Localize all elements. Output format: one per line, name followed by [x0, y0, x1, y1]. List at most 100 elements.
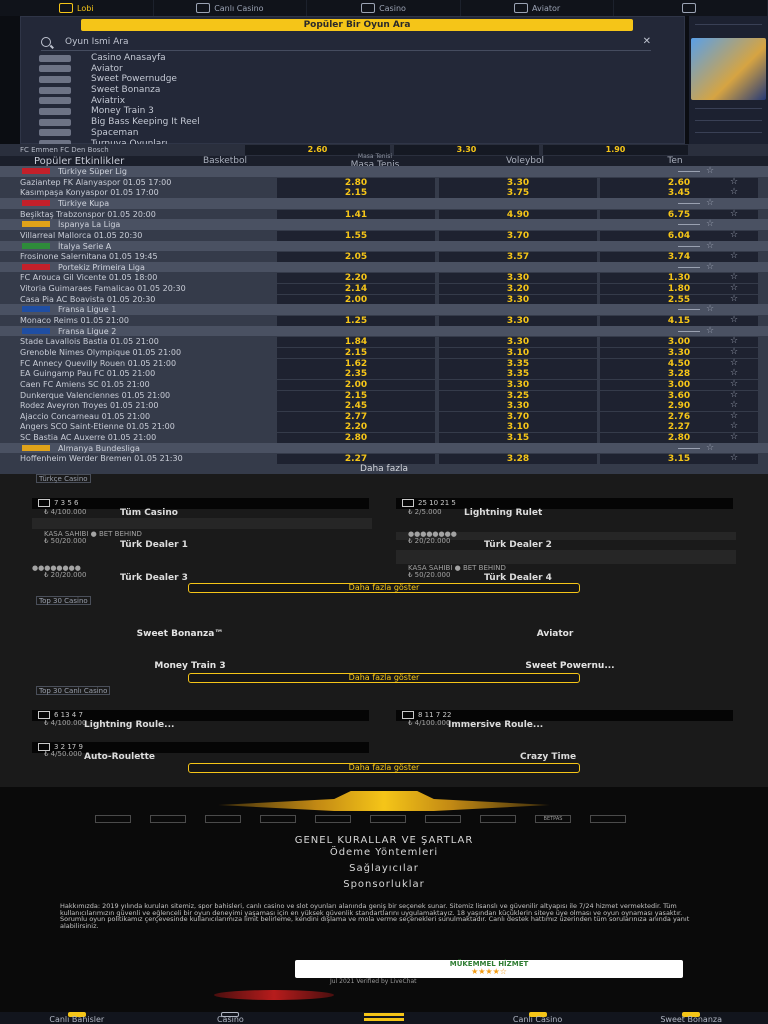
- card-title[interactable]: Tüm Casino: [120, 508, 178, 518]
- search-banner[interactable]: Popüler Bir Oyun Ara: [81, 19, 633, 31]
- favorite-icon[interactable]: ☆: [706, 241, 714, 251]
- match-row[interactable]: FC Arouca Gil Vicente 01.05 18:00 2.20 3.3…: [0, 272, 768, 284]
- card-title[interactable]: Türk Dealer 4: [484, 573, 552, 583]
- more-events-link[interactable]: Daha fazla: [0, 464, 768, 474]
- odd-button[interactable]: 3.28: [439, 454, 597, 465]
- collapse-icon[interactable]: [678, 330, 700, 332]
- match-row[interactable]: Casa Pia AC Boavista 01.05 20:30 2.00 3.30…: [0, 294, 768, 305]
- favorite-icon[interactable]: ☆: [730, 432, 738, 442]
- collapse-icon[interactable]: [678, 245, 700, 247]
- bottom-nav-item[interactable]: Sweet Bonanza: [614, 1012, 768, 1024]
- show-more-button[interactable]: Daha fazla göster: [188, 583, 580, 593]
- favorite-icon[interactable]: ☆: [730, 315, 738, 325]
- favorite-icon[interactable]: ☆: [730, 368, 738, 378]
- odd-button[interactable]: 2.15: [277, 390, 435, 401]
- favorite-icon[interactable]: ☆: [730, 272, 738, 282]
- dealer-card[interactable]: [396, 550, 736, 564]
- favorite-icon[interactable]: ☆: [730, 411, 738, 421]
- search-result-item[interactable]: Big Bass Keeping It Reel: [39, 117, 659, 127]
- favorite-icon[interactable]: ☆: [706, 198, 714, 208]
- show-more-button[interactable]: Daha fazla göster: [188, 673, 580, 683]
- footer-link-providers[interactable]: Sağlayıcılar: [0, 863, 768, 874]
- collapse-icon[interactable]: [678, 266, 700, 268]
- slot-title[interactable]: Aviator: [490, 629, 620, 639]
- search-result-item[interactable]: Spaceman: [39, 128, 659, 138]
- odd-button[interactable]: 2.15: [277, 347, 435, 358]
- favorite-icon[interactable]: ☆: [730, 453, 738, 463]
- odd-button[interactable]: 3.30: [439, 294, 597, 305]
- favorite-icon[interactable]: ☆: [706, 443, 714, 453]
- card-title[interactable]: Immersive Roule...: [448, 720, 543, 730]
- match-row[interactable]: FC Annecy Quevilly Rouen 01.05 21:00 1.62…: [0, 358, 768, 369]
- odd-button[interactable]: 3.30: [439, 337, 597, 348]
- odd-button[interactable]: 3.30: [439, 401, 597, 412]
- favorite-icon[interactable]: ☆: [730, 390, 738, 400]
- odd-button[interactable]: 1.41: [277, 209, 435, 220]
- odd-button[interactable]: 1.84: [277, 337, 435, 348]
- favorite-icon[interactable]: ☆: [730, 358, 738, 368]
- match-row[interactable]: Vitoria Guimaraes Famalicao 01.05 20:30 2…: [0, 283, 768, 295]
- favorite-icon[interactable]: ☆: [730, 400, 738, 410]
- favorite-icon[interactable]: ☆: [730, 347, 738, 357]
- card-title[interactable]: Türk Dealer 3: [120, 573, 188, 583]
- favorite-icon[interactable]: ☆: [730, 251, 738, 261]
- odd-button[interactable]: 3.20: [439, 284, 597, 295]
- favorite-icon[interactable]: ☆: [730, 294, 738, 304]
- match-row[interactable]: EA Guingamp Pau FC 01.05 21:00 2.35 3.35 3.…: [0, 368, 768, 380]
- favorite-icon[interactable]: ☆: [706, 262, 714, 272]
- odd-button[interactable]: 2.14: [277, 284, 435, 295]
- odd-button[interactable]: 3.15: [439, 433, 597, 444]
- odd-button[interactable]: 2.00: [277, 379, 435, 390]
- odd-button[interactable]: 3.70: [439, 230, 597, 241]
- favorite-icon[interactable]: ☆: [730, 421, 738, 431]
- slot-title[interactable]: Sweet Bonanza™: [90, 629, 270, 639]
- card-title[interactable]: Türk Dealer 1: [120, 540, 188, 550]
- top-nav-item[interactable]: Casino: [307, 0, 461, 16]
- collapse-icon[interactable]: [678, 447, 700, 449]
- bottom-nav-item[interactable]: [307, 1012, 461, 1024]
- odd-button[interactable]: 3.35: [439, 369, 597, 380]
- search-result-item[interactable]: Casino Anasayfa: [39, 53, 659, 63]
- odd-button[interactable]: 2.45: [277, 401, 435, 412]
- favorite-icon[interactable]: ☆: [730, 230, 738, 240]
- odd-button[interactable]: 3.30: [439, 177, 597, 188]
- search-result-item[interactable]: Sweet Powernudge: [39, 74, 659, 84]
- favorite-icon[interactable]: ☆: [706, 304, 714, 314]
- footer-link-rules[interactable]: GENEL KURALLAR VE ŞARTLAR: [0, 835, 768, 846]
- search-result-item[interactable]: Aviatrix: [39, 96, 659, 106]
- odd-button[interactable]: 3.30: [439, 379, 597, 390]
- odd-button[interactable]: 2.15: [277, 188, 435, 199]
- match-row[interactable]: Rodez Aveyron Troyes 01.05 21:00 2.45 3.30…: [0, 400, 768, 412]
- top-nav-item[interactable]: Canlı Casino: [154, 0, 308, 16]
- favorite-icon[interactable]: ☆: [706, 219, 714, 229]
- favorite-icon[interactable]: ☆: [730, 177, 738, 187]
- card-title[interactable]: Auto-Roulette: [84, 752, 155, 762]
- odd-button[interactable]: 2.05: [277, 252, 435, 263]
- match-row[interactable]: Kasımpaşa Konyaspor 01.05 17:00 2.15 3.75 3…: [0, 187, 768, 199]
- match-row[interactable]: Monaco Reims 01.05 21:00 1.25 3.30 4.15 ☆: [0, 315, 768, 326]
- odds-strip-odd[interactable]: 1.90: [543, 145, 688, 155]
- show-more-button[interactable]: Daha fazla göster: [188, 763, 580, 773]
- odd-button[interactable]: 2.20: [277, 273, 435, 284]
- slot-title[interactable]: Sweet Powernu...: [440, 661, 700, 671]
- bottom-nav-item[interactable]: Canlı Bahisler: [0, 1012, 154, 1024]
- search-result-item[interactable]: Aviator: [39, 64, 659, 74]
- odd-button[interactable]: 2.80: [277, 433, 435, 444]
- tab-volleyball[interactable]: Voleybol: [450, 156, 600, 166]
- collapse-icon[interactable]: [678, 202, 700, 204]
- live-casino-card[interactable]: 3 2 17 9: [32, 742, 369, 753]
- match-row[interactable]: Ajaccio Concarneau 01.05 21:00 2.77 3.70 2.…: [0, 411, 768, 422]
- favorite-icon[interactable]: ☆: [706, 326, 714, 336]
- match-row[interactable]: Dunkerque Valenciennes 01.05 21:00 2.15 3.…: [0, 390, 768, 401]
- top-nav-item[interactable]: [614, 0, 768, 16]
- favorite-icon[interactable]: ☆: [706, 166, 714, 176]
- top-nav-item[interactable]: Aviator: [461, 0, 615, 16]
- odd-button[interactable]: 3.30: [439, 273, 597, 284]
- match-row[interactable]: Angers SCO Saint-Etienne 01.05 21:00 2.20…: [0, 421, 768, 433]
- collapse-icon[interactable]: [678, 171, 700, 172]
- favorite-icon[interactable]: ☆: [730, 283, 738, 293]
- odd-button[interactable]: 1.62: [277, 358, 435, 369]
- rating-widget[interactable]: MÜKEMMEL HİZMET ★★★★☆: [295, 960, 683, 978]
- odd-button[interactable]: 4.90: [439, 209, 597, 220]
- odd-button[interactable]: 1.25: [277, 316, 435, 326]
